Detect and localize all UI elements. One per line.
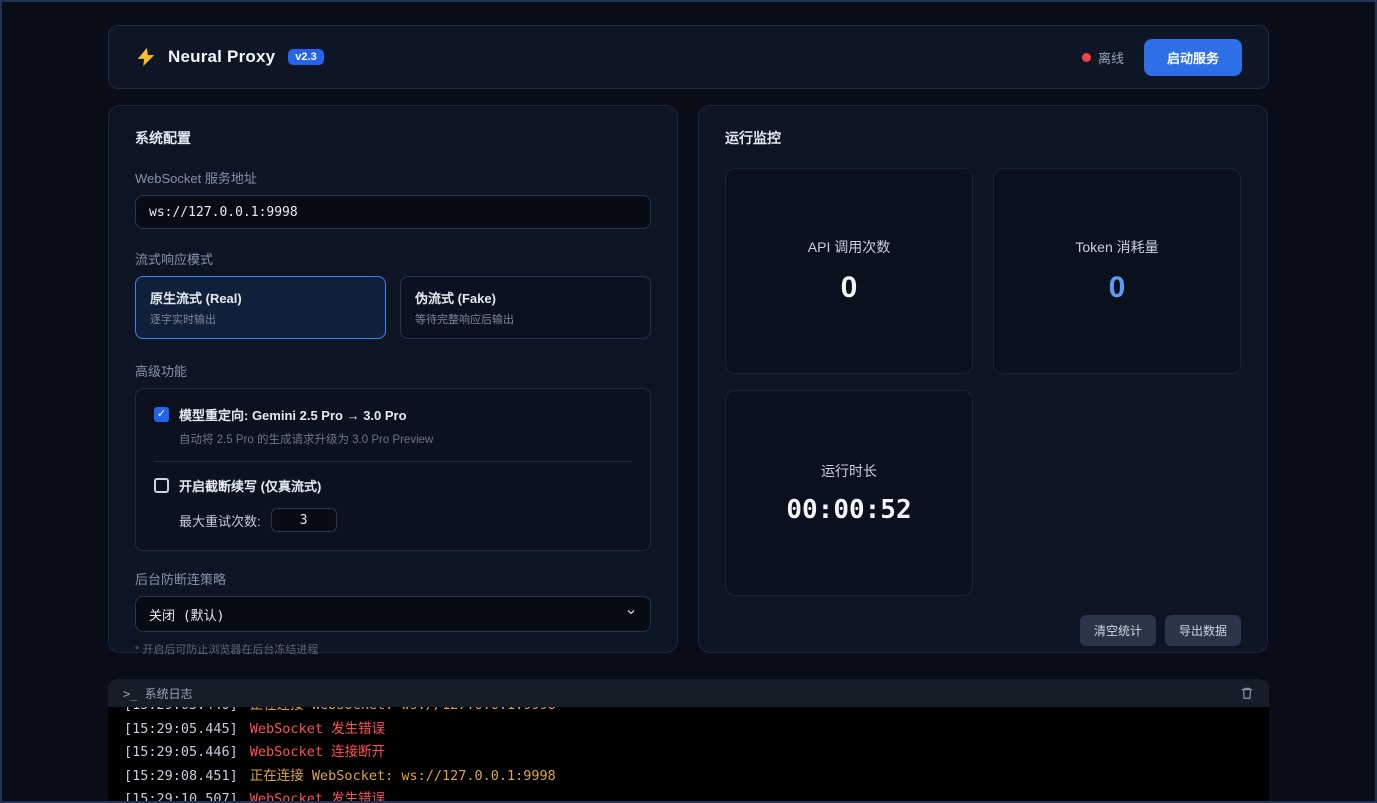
stat-card-token-usage: Token 消耗量 0 [993,168,1241,374]
stat-api-calls-value: 0 [840,271,858,304]
app-title: Neural Proxy [168,47,276,66]
websocket-url-label: WebSocket 服务地址 [135,171,257,186]
status-label: 离线 [1097,50,1124,66]
checkbox-unchecked-icon[interactable] [154,478,169,493]
log-message: WebSocket 发生错误 [249,720,386,737]
keepalive-footnote: * 开启后可防止浏览器在后台冻结进程 [135,644,319,656]
keepalive-selected-value: 关闭 (默认) [149,608,225,624]
trash-icon[interactable] [1240,686,1254,700]
log-line: [15:29:03.440] 正在连接 WebSocket: ws://127.0… [124,707,1253,718]
stat-card-uptime: 运行时长 00:00:52 [725,390,973,596]
start-service-button[interactable]: 启动服务 [1143,38,1242,76]
log-timestamp: [15:29:03.440] [124,707,238,713]
stream-option-real[interactable]: 原生流式 (Real) 逐字实时输出 [135,276,386,339]
monitor-panel-title: 运行监控 [725,130,781,146]
chevron-down-icon [625,606,637,622]
truncate-resume-checkbox-row[interactable]: 开启截断续写 (仅真流式) [154,476,632,495]
log-message: 正在连接 WebSocket: ws://127.0.0.1:9998 [249,767,556,784]
stat-uptime-value: 00:00:52 [786,495,912,525]
log-message: WebSocket 发生错误 [249,791,386,803]
advanced-features-label: 高级功能 [135,364,188,379]
export-data-button[interactable]: 导出数据 [1164,615,1241,646]
stream-mode-options: 原生流式 (Real) 逐字实时输出 伪流式 (Fake) 等待完整响应后输出 [135,276,651,339]
log-line: [15:29:10.507] WebSocket 发生错误 [124,788,1253,803]
stat-card-api-calls: API 调用次数 0 [725,168,973,374]
stat-uptime-label: 运行时长 [821,463,877,479]
config-panel: 系统配置 WebSocket 服务地址 流式响应模式 原生流式 (Real) 逐… [108,105,678,656]
log-timestamp: [15:29:10.507] [124,791,238,803]
advanced-features-card: 模型重定向: Gemini 2.5 Pro → 3.0 Pro 自动将 2.5 … [135,388,651,551]
clear-stats-button[interactable]: 清空统计 [1079,615,1156,646]
log-line: [15:29:08.451] 正在连接 WebSocket: ws://127.0… [124,765,1253,789]
model-redirect-label: 模型重定向: Gemini 2.5 Pro → 3.0 Pro [179,408,407,423]
truncate-resume-label: 开启截断续写 (仅真流式) [179,479,322,494]
stat-api-calls-label: API 调用次数 [807,239,891,255]
monitor-panel: 运行监控 API 调用次数 0 Token 消耗量 0 运行时长 00:00:5… [698,105,1268,653]
header-right: 离线 启动服务 [1081,38,1242,76]
keepalive-select[interactable]: 关闭 (默认) [135,596,651,632]
app-root: Neural Proxy v2.3 离线 启动服务 系统配置 WebSocket… [0,0,1377,803]
max-retry-row: 最大重试次数: [179,508,632,532]
log-message: 正在连接 WebSocket: ws://127.0.0.1:9998 [250,707,556,713]
stat-token-usage-label: Token 消耗量 [1075,239,1159,255]
log-panel: >_ 系统日志 [15:29:03.440] 正在连接 WebSocket: ws… [108,679,1269,803]
lightning-bolt-icon [135,46,157,68]
stream-option-fake-title: 伪流式 (Fake) [415,291,496,306]
stat-token-usage-value: 0 [1108,271,1126,304]
max-retry-input[interactable] [270,508,337,532]
main-panels: 系统配置 WebSocket 服务地址 流式响应模式 原生流式 (Real) 逐… [108,105,1269,656]
brand: Neural Proxy v2.3 [135,46,324,68]
status-dot-icon [1081,52,1091,62]
log-header: >_ 系统日志 [108,679,1269,707]
checkbox-checked-icon[interactable] [154,407,169,422]
log-timestamp: [15:29:08.451] [124,767,238,784]
stats-grid: API 调用次数 0 Token 消耗量 0 运行时长 00:00:52 [725,168,1241,596]
websocket-url-input[interactable] [135,195,651,229]
log-line: [15:29:05.445] WebSocket 发生错误 [124,718,1253,742]
log-title: >_ 系统日志 [123,686,193,701]
connection-status: 离线 [1081,48,1124,67]
content-container: Neural Proxy v2.3 离线 启动服务 系统配置 WebSocket… [108,2,1269,803]
stream-mode-label: 流式响应模式 [135,252,214,267]
stream-option-real-subtitle: 逐字实时输出 [150,314,216,326]
stream-option-fake-subtitle: 等待完整响应后输出 [415,314,514,326]
model-redirect-checkbox-row[interactable]: 模型重定向: Gemini 2.5 Pro → 3.0 Pro [154,405,632,424]
log-message: WebSocket 连接断开 [249,744,386,761]
keepalive-strategy-label: 后台防断连策略 [135,572,227,587]
model-redirect-description: 自动将 2.5 Pro 的生成请求升级为 3.0 Pro Preview [179,434,434,446]
header: Neural Proxy v2.3 离线 启动服务 [108,25,1269,89]
stream-option-fake[interactable]: 伪流式 (Fake) 等待完整响应后输出 [400,276,651,339]
monitor-actions: 清空统计 导出数据 [725,615,1241,646]
config-panel-title: 系统配置 [135,130,191,146]
log-body[interactable]: [15:29:03.440] 正在连接 WebSocket: ws://127.0… [108,707,1269,803]
log-line: [15:29:05.446] WebSocket 连接断开 [124,741,1253,765]
log-timestamp: [15:29:05.446] [124,744,238,761]
stream-option-real-title: 原生流式 (Real) [150,291,242,306]
max-retry-label: 最大重试次数: [179,513,261,529]
log-timestamp: [15:29:05.445] [124,720,238,737]
version-badge: v2.3 [288,49,324,65]
divider [154,461,632,462]
